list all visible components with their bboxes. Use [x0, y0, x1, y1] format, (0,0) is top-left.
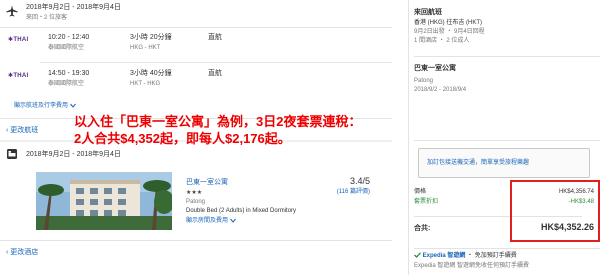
- summary-hotel-title: 巴東一室公寓: [414, 65, 456, 72]
- divider: [414, 248, 600, 249]
- change-flight-link[interactable]: ‹ 更改航班: [6, 126, 38, 135]
- divider: [0, 27, 392, 28]
- price-label: 價格: [414, 189, 427, 195]
- expedia-note-sub: Expedia 智遊網 智遊網免收任何預訂手續費: [414, 263, 530, 269]
- hotel-details-label: 顯示房間及費用: [186, 218, 229, 224]
- promo-annotation: 以入住「巴東一室公寓」為例，3日2夜套票連稅： 2人合共$4,352起，即每人$…: [74, 113, 414, 147]
- discount-label: 套票折扣: [414, 199, 439, 205]
- airline-name: 泰國國際航空: [48, 45, 85, 51]
- summary-flight-dates: 9月2日出發 ・ 9月4日回程: [414, 29, 485, 35]
- flight-stops: 直航: [208, 34, 222, 41]
- summary-hotel-dates: 2018/9/2 - 2018/9/4: [414, 87, 467, 93]
- hotel-star-rating: ★★★: [186, 190, 203, 196]
- hotel-room-type: Double Bed (2 Adults) in Mixed Dormitory: [186, 208, 297, 214]
- hotel-area: Patong: [186, 199, 206, 205]
- annotation-line-1: 以入住「巴東一室公寓」為例，3日2夜套票連稅：: [74, 114, 362, 129]
- airplane-icon: [6, 5, 18, 17]
- expedia-brand-link[interactable]: Expedia 智遊網: [423, 253, 466, 259]
- hotel-card: 2018年9月2日 - 2018年9月4日 巴東一室公寓 ★★★ Patong …: [0, 142, 392, 275]
- column-divider: [408, 0, 409, 275]
- chevron-down-icon: [69, 103, 76, 108]
- summary-hotel-area: Patong: [414, 78, 434, 84]
- flight-leg: ✱THAI 10:20 - 12:40 泰國國際航空 3小時 20分鐘 HKG …: [0, 30, 392, 60]
- trip-summary: 來回航班 香港 (HKG) 往布吉 (HKT) 9月2日出發 ・ 9月4日回程 …: [414, 0, 600, 275]
- flight-details-link[interactable]: 顯示航班及行李費用: [14, 102, 76, 110]
- total-label: 合共:: [414, 225, 431, 232]
- price-value: HK$4,356.74: [558, 189, 594, 195]
- flight-time: 10:20 - 12:40: [48, 34, 90, 41]
- flight-stops: 直航: [208, 70, 222, 77]
- thai-airways-logo: ✱THAI: [8, 37, 29, 43]
- flight-route: HKG - HKT: [130, 45, 161, 51]
- hotel-dates: 2018年9月2日 - 2018年9月4日: [26, 151, 121, 158]
- summary-flight-title: 來回航班: [414, 9, 442, 16]
- transfer-button[interactable]: 加訂包接送機交通，簡單享受旅程樂趣: [418, 148, 590, 178]
- expedia-fee-note: ・ 免加預訂手續費: [467, 253, 517, 259]
- flight-duration: 3小時 40分鐘: [130, 70, 172, 77]
- divider: [414, 56, 600, 57]
- summary-flight-pax: 1 間酒店 ・ 2 位成人: [414, 38, 470, 44]
- thai-airways-logo: ✱THAI: [8, 73, 29, 79]
- transfer-button-label: 加訂包接送機交通，簡單享受旅程樂趣: [427, 160, 530, 166]
- price-values-highlight: HK$4,356.74 -HK$3.48 HK$4,352.26: [510, 180, 600, 242]
- flight-travelers: 來回・2 位旅客: [26, 15, 68, 21]
- expedia-note-title: Expedia 智遊網 ・ 免加預訂手續費: [414, 252, 600, 260]
- total-value: HK$4,352.26: [540, 222, 594, 232]
- hotel-name-link[interactable]: 巴東一室公寓: [186, 178, 228, 187]
- change-hotel-label: 更改酒店: [10, 249, 39, 256]
- divider: [40, 62, 392, 63]
- flight-summary: 來回航班 香港 (HKG) 往布吉 (HKT) 9月2日出發 ・ 9月4日回程 …: [414, 8, 600, 45]
- hotel-photo[interactable]: [36, 172, 172, 230]
- review-count-link[interactable]: (116 篇評價): [312, 188, 370, 196]
- guest-rating: 3.4/5: [349, 176, 370, 186]
- change-hotel-link[interactable]: ‹ 更改酒店: [6, 248, 38, 257]
- summary-flight-route: 香港 (HKG) 往布吉 (HKT): [414, 20, 482, 26]
- divider: [414, 140, 600, 141]
- flight-details-label: 顯示航班及行李費用: [14, 103, 69, 109]
- chevron-down-icon: [229, 218, 236, 223]
- expedia-note: Expedia 智遊網 ・ 免加預訂手續費 Expedia 智遊網 智遊網免收任…: [414, 252, 600, 270]
- annotation-line-2: 2人合共$4,352起，即每人$2,176起。: [74, 131, 291, 146]
- flight-dates: 2018年9月2日 - 2018年9月4日: [26, 4, 121, 11]
- hotel-summary: 巴東一室公寓 Patong 2018/9/2 - 2018/9/4: [414, 64, 600, 94]
- discount-value: -HK$3.48: [568, 199, 594, 205]
- airline-name: 泰國國際航空: [48, 81, 85, 87]
- change-flight-label: 更改航班: [10, 127, 39, 134]
- check-icon: [414, 252, 421, 259]
- hotel-bed-icon: [7, 149, 17, 159]
- flight-route: HKT - HKG: [130, 81, 161, 87]
- flight-time: 14:50 - 19:30: [48, 70, 90, 77]
- flight-leg: ✱THAI 14:50 - 19:30 泰國國際航空 3小時 40分鐘 HKT …: [0, 66, 392, 96]
- divider: [0, 240, 392, 241]
- hotel-details-link[interactable]: 顯示房間及費用: [186, 217, 236, 225]
- flight-duration: 3小時 20分鐘: [130, 34, 172, 41]
